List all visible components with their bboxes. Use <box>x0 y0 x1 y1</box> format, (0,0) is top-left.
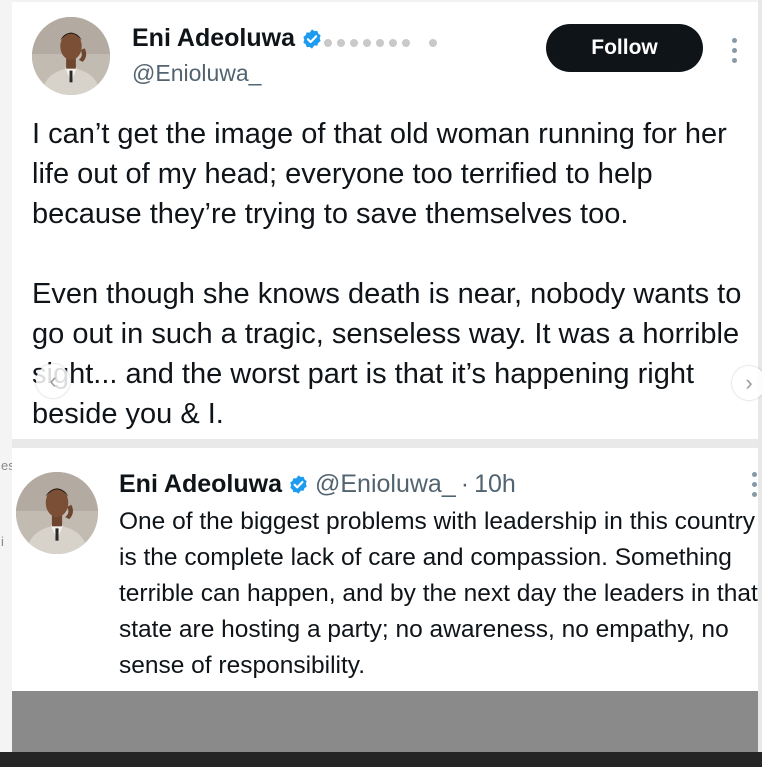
chevron-left-icon: ‹ <box>49 368 57 393</box>
background-bottom-edge <box>0 752 762 767</box>
carousel-dot[interactable] <box>324 38 332 47</box>
post-paragraph: Even though she knows death is near, nob… <box>32 278 742 430</box>
card-divider <box>12 439 758 448</box>
more-options-dot <box>731 38 737 43</box>
separator-dot: · <box>460 470 470 498</box>
carousel-bar <box>12 691 758 752</box>
quoted-author-handle[interactable]: @Enioluwa_ <box>315 470 456 499</box>
author-line: Eni Adeoluwa <box>132 24 323 53</box>
carousel-next-button[interactable]: › <box>732 366 762 400</box>
carousel-dot[interactable] <box>376 38 384 47</box>
carousel-dot[interactable] <box>402 38 410 47</box>
verified-badge-icon <box>290 475 307 494</box>
quoted-post-card[interactable]: Eni Adeoluwa @Enioluwa_ · 10h One of the… <box>12 448 758 691</box>
avatar-photo-icon <box>16 472 98 554</box>
background-edge-text: i <box>1 534 4 549</box>
background-left-edge <box>0 0 12 767</box>
carousel-dot-active[interactable] <box>415 38 424 47</box>
follow-button[interactable]: Follow <box>546 24 703 72</box>
quoted-post-text: One of the biggest problems with leaders… <box>119 508 758 679</box>
carousel-dots <box>324 38 437 47</box>
more-options-dot <box>751 472 757 477</box>
quoted-author-line: Eni Adeoluwa @Enioluwa_ · 10h <box>119 470 516 499</box>
carousel-dot[interactable] <box>429 38 437 47</box>
more-options-icon[interactable] <box>731 38 737 63</box>
more-options-icon[interactable] <box>751 472 757 497</box>
carousel-prev-button[interactable]: ‹ <box>36 364 70 398</box>
carousel-dot[interactable] <box>363 38 371 47</box>
post-paragraph: I can’t get the image of that old woman … <box>32 118 727 230</box>
post-timestamp[interactable]: 10h <box>474 470 516 499</box>
more-options-dot <box>731 48 737 53</box>
more-options-dot <box>731 58 737 63</box>
author-handle[interactable]: @Enioluwa_ <box>132 60 261 87</box>
avatar[interactable] <box>32 17 110 95</box>
verified-badge-icon <box>303 28 321 49</box>
author-name[interactable]: Eni Adeoluwa <box>132 24 295 53</box>
chevron-right-icon: › <box>745 370 753 395</box>
quoted-author-name[interactable]: Eni Adeoluwa <box>119 470 282 499</box>
more-options-dot <box>751 492 757 497</box>
more-options-dot <box>751 482 757 487</box>
carousel-dot[interactable] <box>337 38 345 47</box>
avatar[interactable] <box>16 472 98 554</box>
carousel-dot[interactable] <box>389 38 397 47</box>
post-card: Eni Adeoluwa @Enioluwa_ Follow I can’t g… <box>12 2 762 439</box>
post-text: I can’t get the image of that old woman … <box>32 114 756 434</box>
carousel-dot[interactable] <box>350 38 358 47</box>
avatar-photo-icon <box>32 17 110 95</box>
